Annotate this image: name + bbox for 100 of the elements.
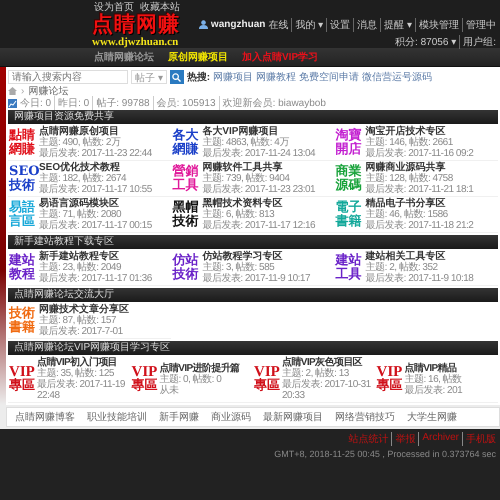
user-menu-link[interactable]: 我的 ▾ [291, 18, 324, 32]
forum-icon-text: 仿站 技術 [172, 254, 200, 282]
forum-title-link[interactable]: 点睛VIP灰色项目区 [282, 357, 374, 368]
forum-icon-text: 易語 言區 [9, 200, 36, 228]
forum-counts: 主题: 0, 帖数: 0 [160, 374, 222, 384]
forum-counts: 主题: 4863, 帖数: 4万 [202, 137, 290, 148]
user-menu-link[interactable]: 提醒 ▾ [380, 18, 412, 32]
forum-counts: 主题: 23, 帖数: 2049 [39, 262, 122, 273]
forum-title-link[interactable]: 网赚软件工具共享 [202, 162, 316, 173]
forum-stat: 今日: 0 [20, 97, 52, 110]
search-button[interactable] [170, 70, 184, 84]
forum-last-post: 最后发表: 2017-11-17 01:36 [39, 273, 152, 284]
forum-last-post: 最后发表: 2017-11-18 21:2 [366, 220, 474, 231]
forum-counts: 主题: 490, 帖数: 2万 [39, 137, 122, 148]
forum-counts: 主题: 16, 帖数 [404, 374, 462, 384]
section-header: 新手建站教程下载专区 [8, 235, 498, 249]
user-menu-link[interactable]: 模块管理 [415, 18, 459, 32]
forum-title-link[interactable]: 黑帽技术资料专区 [202, 198, 316, 209]
forum-title-link[interactable]: 点睛网赚原创项目 [39, 126, 152, 137]
friend-link[interactable]: 新手网赚 [159, 410, 199, 424]
points-link[interactable]: 积分: 87056 ▾ [392, 34, 456, 48]
forum-icon-text: VIP 專區 [376, 365, 402, 393]
forum-last-post: 最后发表: 2017-10-31 20:33 [282, 379, 372, 401]
forum-icon-text: VIP 專區 [132, 365, 158, 393]
forum-last-post: 最后发表: 2017-11-23 22:44 [39, 148, 152, 159]
forum-last-post: 最后发表: 2017-11-21 18:1 [366, 184, 474, 195]
search-field[interactable]: 请输入搜索内容 [8, 70, 128, 84]
breadcrumb-link[interactable]: 网赚论坛 [28, 84, 68, 98]
forum-last-post: 最后发表: 2017-7-01 [39, 326, 124, 337]
forum-title-link[interactable]: 点睛VIP进阶提升篇 [160, 362, 240, 374]
forum-icon-text: SEO 技術 [9, 164, 37, 192]
forum-counts: 主题: 2, 帖数: 352 [366, 262, 439, 273]
forum-title-link[interactable]: 精品电子书分享区 [366, 198, 474, 209]
forum-counts: 主题: 71, 帖数: 2080 [39, 209, 122, 220]
forum-title-link[interactable]: 易语言源码模块区 [39, 198, 152, 209]
friend-link[interactable]: 点睛网赚博客 [15, 410, 75, 424]
forum-counts: 主题: 146, 帖数: 2661 [366, 137, 454, 148]
nav-link[interactable]: 原创网赚项目 [168, 50, 228, 64]
online-status: 在线 [268, 18, 288, 32]
hot-search-link[interactable]: 网赚教程 [256, 70, 296, 84]
top-link[interactable]: 收藏本站 [140, 2, 180, 14]
forum-last-post: 最后发表: 201 [404, 384, 462, 396]
section-header: 点睛网赚论坛交流大厅 [8, 288, 498, 302]
forum-title-link[interactable]: 建站相关工具专区 [366, 251, 474, 262]
forum-last-post: 最后发表: 2017-11-9 10:17 [202, 273, 310, 284]
user-menu-link[interactable]: 设置 [326, 18, 350, 32]
forum-icon-text: VIP 專區 [254, 365, 280, 393]
forum-icon-text: 營銷 工具 [172, 164, 200, 192]
forum-last-post: 最后发表: 2017-11-17 00:15 [39, 220, 152, 231]
forum-icon-text: 建站 工具 [336, 254, 363, 282]
friend-link[interactable]: 最新网赚项目 [263, 410, 323, 424]
top-link[interactable]: 设为首页 [94, 2, 134, 14]
forum-last-post: 最后发表: 2017-11-17 12:16 [202, 220, 316, 231]
logo-title: 点睛网赚 [92, 14, 180, 36]
forum-title-link[interactable]: 点睛VIP初入门项目 [37, 357, 130, 368]
forum-counts: 主题: 6, 帖数: 813 [202, 209, 276, 220]
friend-link[interactable]: 大学生网赚 [407, 410, 457, 424]
forum-counts: 主题: 2, 帖数: 13 [282, 368, 350, 379]
forum-title-link[interactable]: 淘宝开店技术专区 [366, 126, 474, 137]
friend-link[interactable]: 职业技能培训 [87, 410, 147, 424]
user-menu-link[interactable]: 管理中 [462, 18, 496, 32]
friend-link[interactable]: 网络营销技巧 [335, 410, 395, 424]
hot-search-link[interactable]: 微信营运号源码 [362, 70, 432, 84]
forum-title-link[interactable]: SEO优化技术教程 [39, 162, 152, 173]
forum-counts: 主题: 128, 帖数: 4758 [366, 173, 454, 184]
forum-counts: 主题: 35, 帖数: 125 [37, 368, 115, 379]
hot-search-link[interactable]: 网赚项目 [213, 70, 254, 84]
forum-last-post: 最后发表: 2017-11-23 23:01 [202, 184, 316, 195]
breadcrumb-separator: › [21, 86, 24, 96]
forum-icon-text: 淘寶 開店 [336, 128, 363, 156]
forum-counts: 主题: 87, 帖数: 157 [39, 315, 117, 326]
forum-last-post: 从未 [160, 384, 180, 396]
forum-title-link[interactable]: 网赚技术文章分享区 [39, 304, 129, 315]
forum-last-post: 最后发表: 2017-11-16 09:2 [366, 148, 474, 159]
nav-link[interactable]: 点睛网赚论坛 [94, 50, 154, 64]
user-menu-link[interactable]: 消息 [353, 18, 378, 32]
forum-icon-text: 電子 書籍 [336, 200, 363, 228]
forum-title-link[interactable]: 仿站教程学习专区 [202, 251, 310, 262]
forum-last-post: 最后发表: 2017-11-9 10:18 [366, 273, 474, 284]
forum-counts: 主题: 3, 帖数: 585 [202, 262, 276, 273]
forum-icon-text: 建站 教程 [9, 254, 36, 282]
section-header: 网赚项目资源免费共享 [8, 110, 498, 124]
forum-title-link[interactable]: 点睛VIP精品 [404, 362, 462, 374]
search-icon [172, 72, 182, 82]
forum-icon-text: VIP 專區 [9, 365, 35, 393]
logo-url: www.djwzhuan.cn [92, 36, 180, 48]
friend-link[interactable]: 商业源码 [211, 410, 251, 424]
forum-last-post: 最后发表: 2017-11-17 10:55 [39, 184, 152, 195]
home-icon [8, 87, 17, 95]
hot-search-label: 热搜: [186, 70, 210, 84]
forum-counts: 主题: 46, 帖数: 1586 [366, 209, 449, 220]
forum-title-link[interactable]: 网赚商业源码共享 [366, 162, 474, 173]
hot-search-link[interactable]: 免费空间申请 [299, 70, 360, 84]
footer-info: GMT+8, 2018-11-25 00:45 , Processed in 0.373764 sec [274, 449, 496, 459]
forum-icon-text: 商業 源碼 [336, 164, 363, 192]
forum-title-link[interactable]: 新手建站教程专区 [39, 251, 152, 262]
username-link[interactable]: wangzhuan [210, 19, 266, 30]
forum-icon-text: 點睛 網賺 [9, 128, 36, 156]
forum-title-link[interactable]: 各大VIP网赚项目 [202, 126, 316, 137]
forum-last-post: 最后发表: 2017-11-24 13:04 [202, 148, 316, 159]
